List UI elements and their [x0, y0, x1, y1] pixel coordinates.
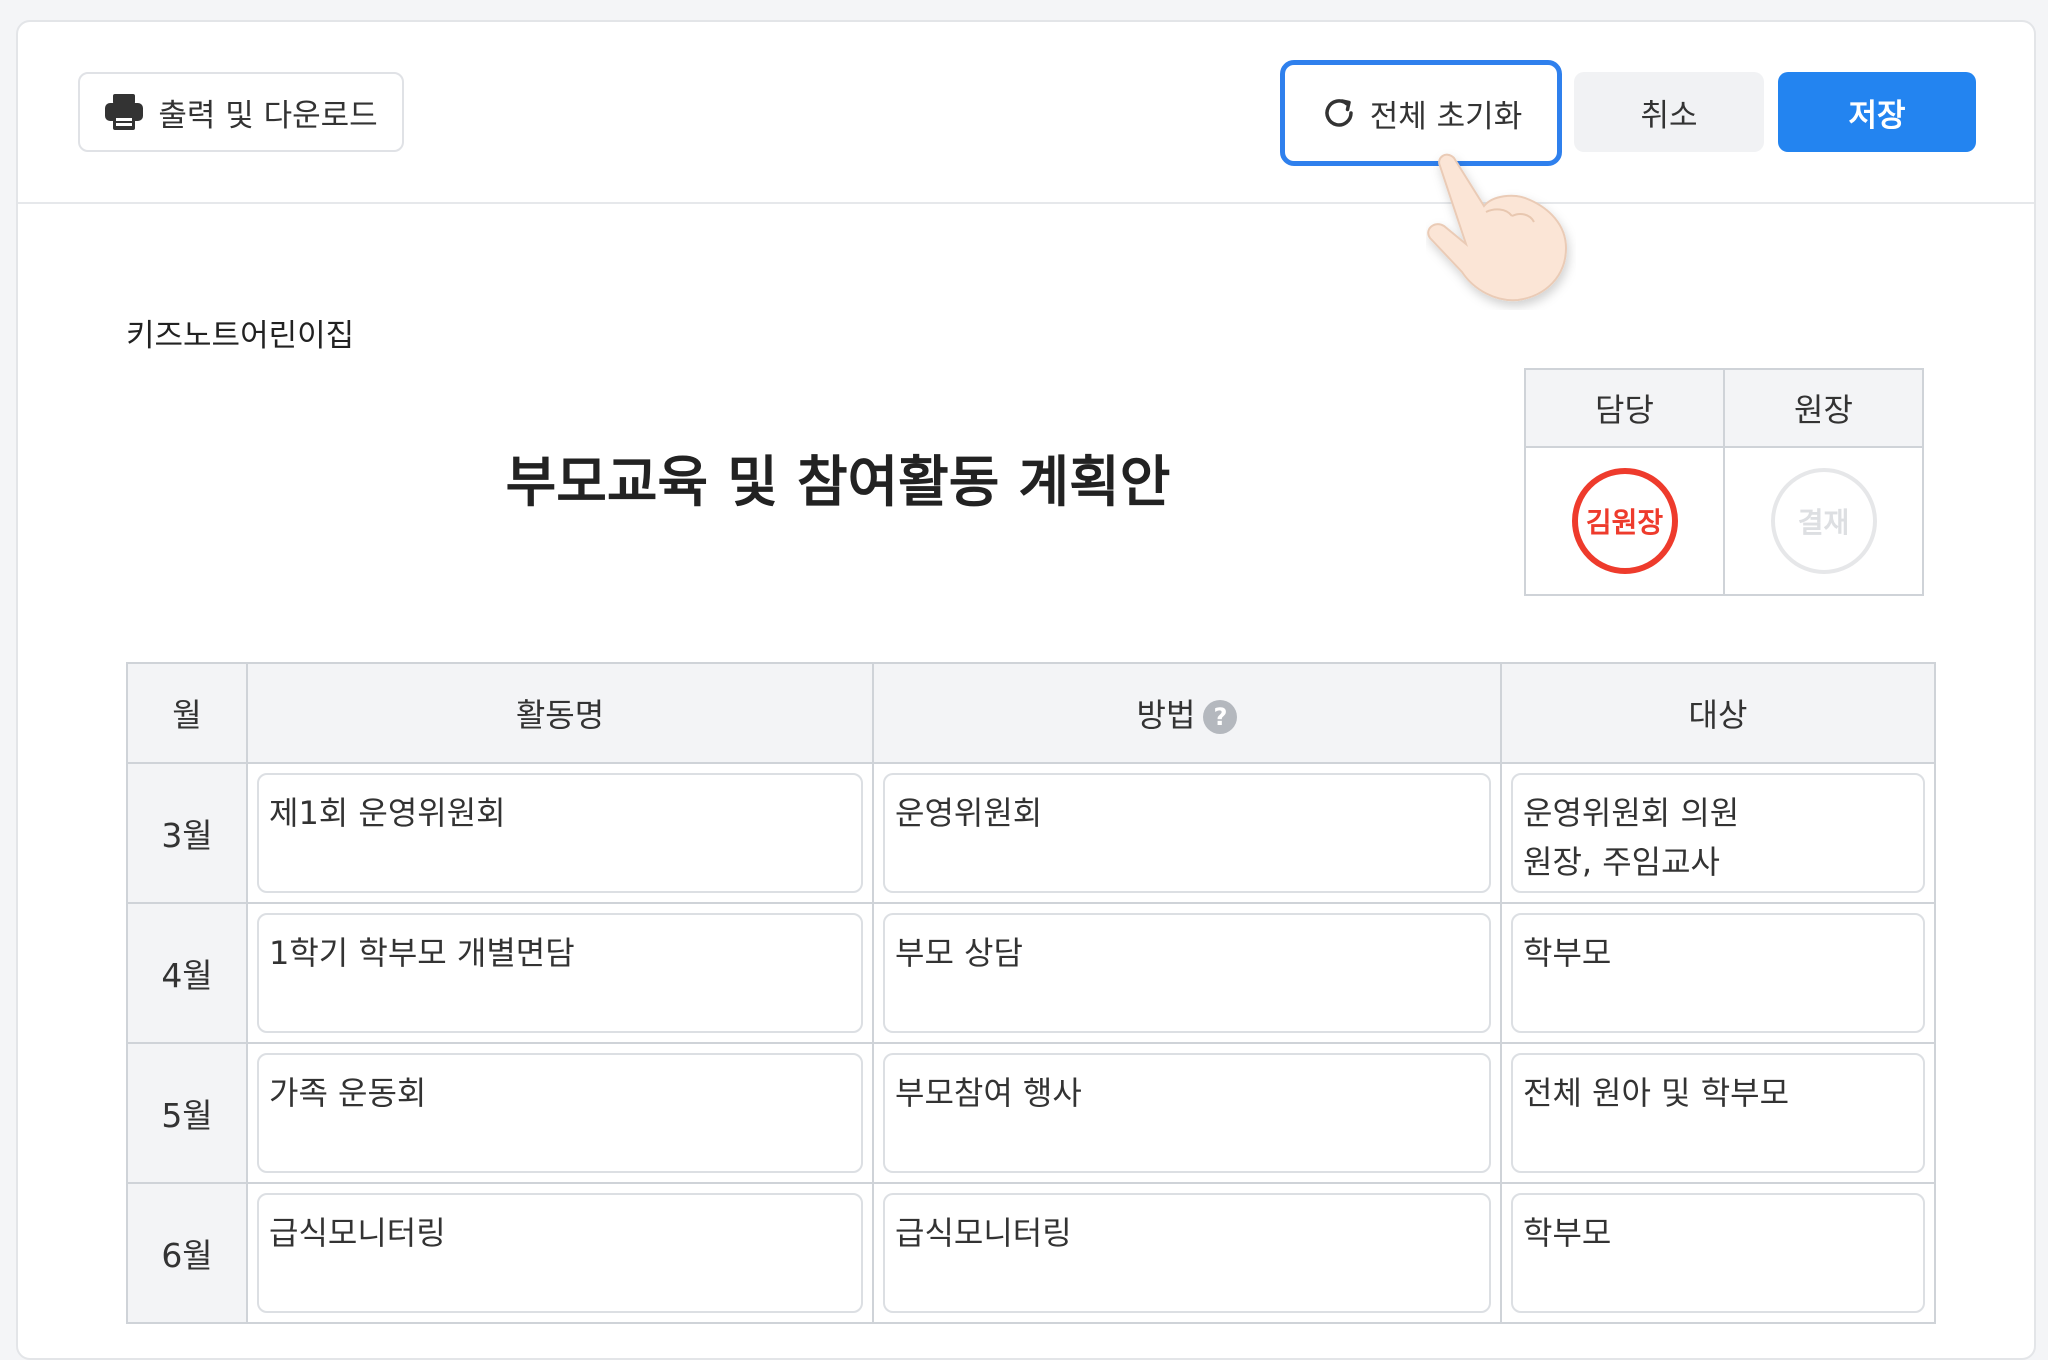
plan-table: 월 활동명 방법? 대상 3월 제1회 운영위원회 운영위원회 운영위원회 의원…: [126, 662, 1936, 1324]
save-label: 저장: [1848, 97, 1906, 134]
approval-cell-staff[interactable]: 김원장: [1524, 446, 1725, 596]
approval-header-staff: 담당: [1524, 368, 1725, 448]
month-cell: 6월: [126, 1182, 248, 1324]
target-input[interactable]: 학부모: [1511, 1193, 1925, 1313]
reset-all-label: 전체 초기화: [1369, 98, 1523, 135]
column-header-method: 방법?: [872, 662, 1502, 764]
plan-editor-panel: 출력 및 다운로드 전체 초기화 취소 저장 키즈노트어린이집 부모교육 및 참…: [16, 20, 2036, 1360]
document-title: 부모교육 및 참여활동 계획안: [505, 450, 1171, 514]
help-icon[interactable]: ?: [1203, 700, 1238, 734]
approval-cell-director[interactable]: 결재: [1723, 446, 1924, 596]
table-row: 5월 가족 운동회 부모참여 행사 전체 원아 및 학부모: [126, 1042, 1936, 1184]
table-row: 3월 제1회 운영위원회 운영위원회 운영위원회 의원 원장, 주임교사: [126, 762, 1936, 904]
pointing-hand-icon: [1427, 153, 1568, 302]
pending-stamp: 결재: [1770, 468, 1877, 574]
method-input[interactable]: 운영위원회: [883, 773, 1491, 893]
column-header-target: 대상: [1500, 662, 1936, 764]
method-input[interactable]: 부모 상담: [883, 913, 1491, 1033]
table-row: 6월 급식모니터링 급식모니터링 학부모: [126, 1182, 1936, 1324]
target-input[interactable]: 학부모: [1511, 913, 1925, 1033]
activity-input[interactable]: 급식모니터링: [257, 1193, 863, 1313]
activity-input[interactable]: 1학기 학부모 개별면담: [257, 913, 863, 1033]
activity-input[interactable]: 제1회 운영위원회: [257, 773, 863, 893]
approved-stamp: 김원장: [1571, 468, 1678, 574]
method-input[interactable]: 급식모니터링: [883, 1193, 1491, 1313]
month-cell: 5월: [126, 1042, 248, 1184]
table-header-row: 월 활동명 방법? 대상: [126, 662, 1936, 764]
save-button[interactable]: 저장: [1778, 72, 1976, 152]
column-header-activity: 활동명: [246, 662, 874, 764]
column-header-method-label: 방법: [1136, 696, 1196, 734]
method-input[interactable]: 부모참여 행사: [883, 1053, 1491, 1173]
print-download-button[interactable]: 출력 및 다운로드: [78, 72, 404, 152]
approval-box: 담당 원장 김원장 결재: [1524, 368, 1924, 596]
cancel-button[interactable]: 취소: [1574, 72, 1764, 152]
printer-icon: [105, 94, 144, 130]
toolbar: 출력 및 다운로드 전체 초기화 취소 저장: [18, 22, 2034, 302]
month-cell: 4월: [126, 902, 248, 1044]
target-input[interactable]: 운영위원회 의원 원장, 주임교사: [1511, 773, 1925, 893]
approval-header-director: 원장: [1723, 368, 1924, 448]
column-header-month: 월: [126, 662, 248, 764]
activity-input[interactable]: 가족 운동회: [257, 1053, 863, 1173]
refresh-icon: [1325, 99, 1353, 127]
target-input[interactable]: 전체 원아 및 학부모: [1511, 1053, 1925, 1173]
organization-name: 키즈노트어린이집: [126, 318, 355, 354]
print-download-label: 출력 및 다운로드: [158, 97, 378, 134]
cancel-label: 취소: [1640, 97, 1698, 134]
table-row: 4월 1학기 학부모 개별면담 부모 상담 학부모: [126, 902, 1936, 1044]
month-cell: 3월: [126, 762, 248, 904]
